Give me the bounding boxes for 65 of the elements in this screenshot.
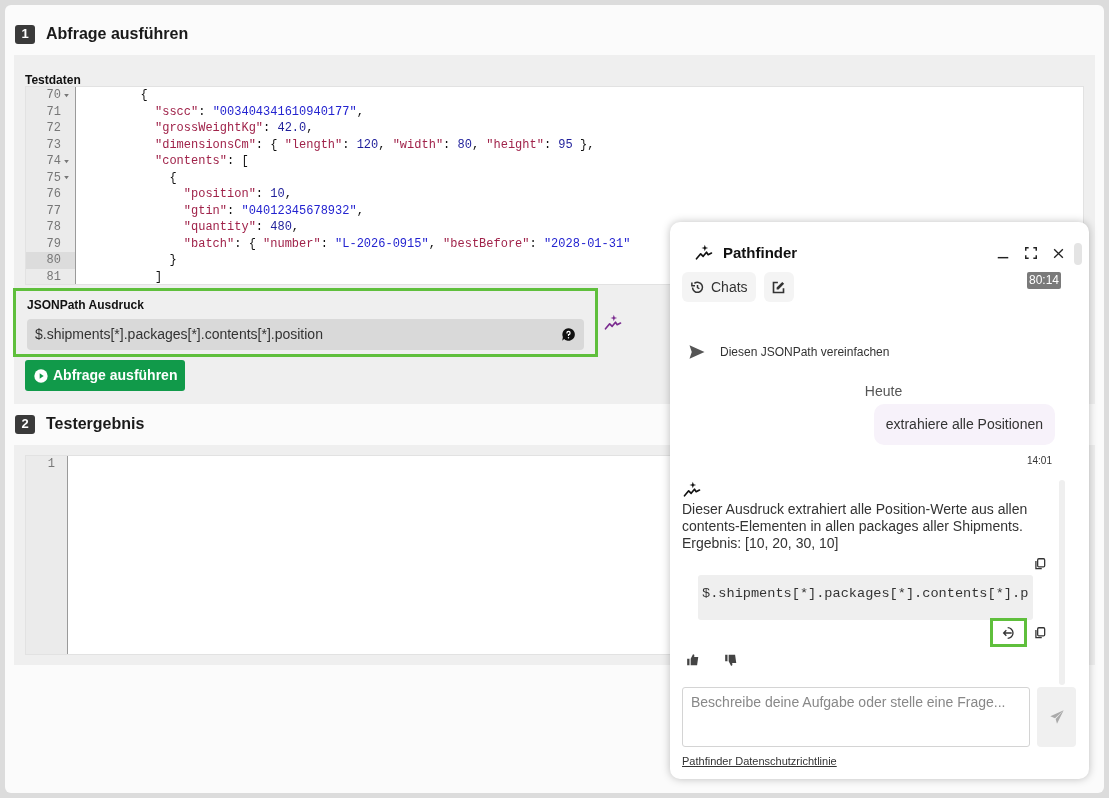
play-circle-icon xyxy=(33,367,49,384)
chats-button[interactable]: Chats xyxy=(682,272,756,302)
line-number: 72 xyxy=(45,120,62,137)
code-block: $.shipments[*].packages[*].contents[*].p xyxy=(698,575,1033,620)
history-icon xyxy=(690,279,705,295)
code-line: { xyxy=(139,87,148,104)
send-icon xyxy=(688,343,706,361)
thumbs-down-icon[interactable] xyxy=(724,653,738,667)
privacy-link[interactable]: Pathfinder Datenschutzrichtlinie xyxy=(682,753,837,770)
line-number: 74 xyxy=(26,153,75,170)
sparkle-chart-icon xyxy=(694,243,714,263)
code-line: "contents": [ xyxy=(154,153,249,170)
copy-icon[interactable] xyxy=(1033,557,1047,571)
arrow-circle-icon xyxy=(1000,624,1017,641)
send-icon xyxy=(1048,709,1065,725)
fullscreen-icon[interactable] xyxy=(1024,246,1038,260)
step-number: 2 xyxy=(15,414,35,434)
run-query-button[interactable]: Abfrage ausführen xyxy=(25,360,186,391)
code-line: "grossWeightKg": 42.0, xyxy=(154,120,314,137)
step-number: 1 xyxy=(15,24,35,44)
line-number: 71 xyxy=(45,103,62,120)
close-icon[interactable] xyxy=(1052,246,1065,260)
assistant-message: Dieser Ausdruck extrahiert alle Position-Werte aus allen contents-Elementen in allen packages aller Shipments. Ergebnis: [10, 20, 30, 10] xyxy=(682,501,1029,552)
line-number: 79 xyxy=(45,235,62,252)
line-number: 76 xyxy=(45,186,62,203)
line-number: 73 xyxy=(45,136,62,153)
line-number: 70 xyxy=(26,87,75,104)
field-label: Testdaten xyxy=(25,72,82,88)
thumbs-up-icon[interactable] xyxy=(686,653,700,667)
code-line: { xyxy=(168,169,177,186)
fold-caret-icon[interactable] xyxy=(63,91,70,99)
help-bubble-icon xyxy=(561,327,576,342)
jsonpath-field[interactable]: $.shipments[*].packages[*].contents[*].position xyxy=(27,319,584,350)
sparkle-chart-icon xyxy=(682,480,702,500)
message-time: 14:01 xyxy=(1026,454,1052,468)
field-label: JSONPath Ausdruck xyxy=(27,297,145,314)
new-chat-button[interactable] xyxy=(763,272,794,302)
fold-caret-icon[interactable] xyxy=(63,157,70,165)
line-number: 80 xyxy=(26,252,75,269)
code-line: "quantity": 480, xyxy=(182,219,300,236)
line-number: 81 xyxy=(45,268,62,284)
copy-icon[interactable] xyxy=(1033,625,1047,640)
scrollbar-thumb[interactable] xyxy=(1074,243,1082,265)
fold-caret-icon[interactable] xyxy=(63,174,70,182)
edit-icon xyxy=(771,279,787,295)
code-line: "batch": { "number": "L-2026-0915", "bestBefore": "2028-01-31" xyxy=(182,235,631,252)
code-line: "position": 10, xyxy=(182,186,292,203)
section-title: Abfrage ausführen xyxy=(46,24,189,44)
user-message: extrahiere alle Positionen xyxy=(873,404,1055,445)
code-line: ] xyxy=(154,268,163,284)
suggestion-item[interactable]: Diesen JSONPath vereinfachen xyxy=(682,342,1077,362)
insert-button[interactable] xyxy=(990,618,1027,647)
code-line: "gtin": "04012345678932", xyxy=(182,202,364,219)
line-number: 1 xyxy=(46,456,56,473)
code-line: "sscc": "003404341610940177", xyxy=(154,103,364,120)
line-number: 75 xyxy=(26,169,75,186)
message-input[interactable]: Beschreibe deine Aufgabe oder stelle eine Frage... xyxy=(682,687,1030,747)
line-number: 77 xyxy=(45,202,62,219)
code-line: "dimensionsCm": { "length": 120, "width": 80, "height": 95 }, xyxy=(154,136,595,153)
section-title: Testergebnis xyxy=(46,414,145,434)
panel-title: Pathfinder xyxy=(723,242,798,263)
code-line: } xyxy=(168,252,177,269)
line-number: 78 xyxy=(45,219,62,236)
cursor-position-badge: 80:14 xyxy=(1027,272,1062,289)
date-divider: Heute xyxy=(863,382,904,401)
